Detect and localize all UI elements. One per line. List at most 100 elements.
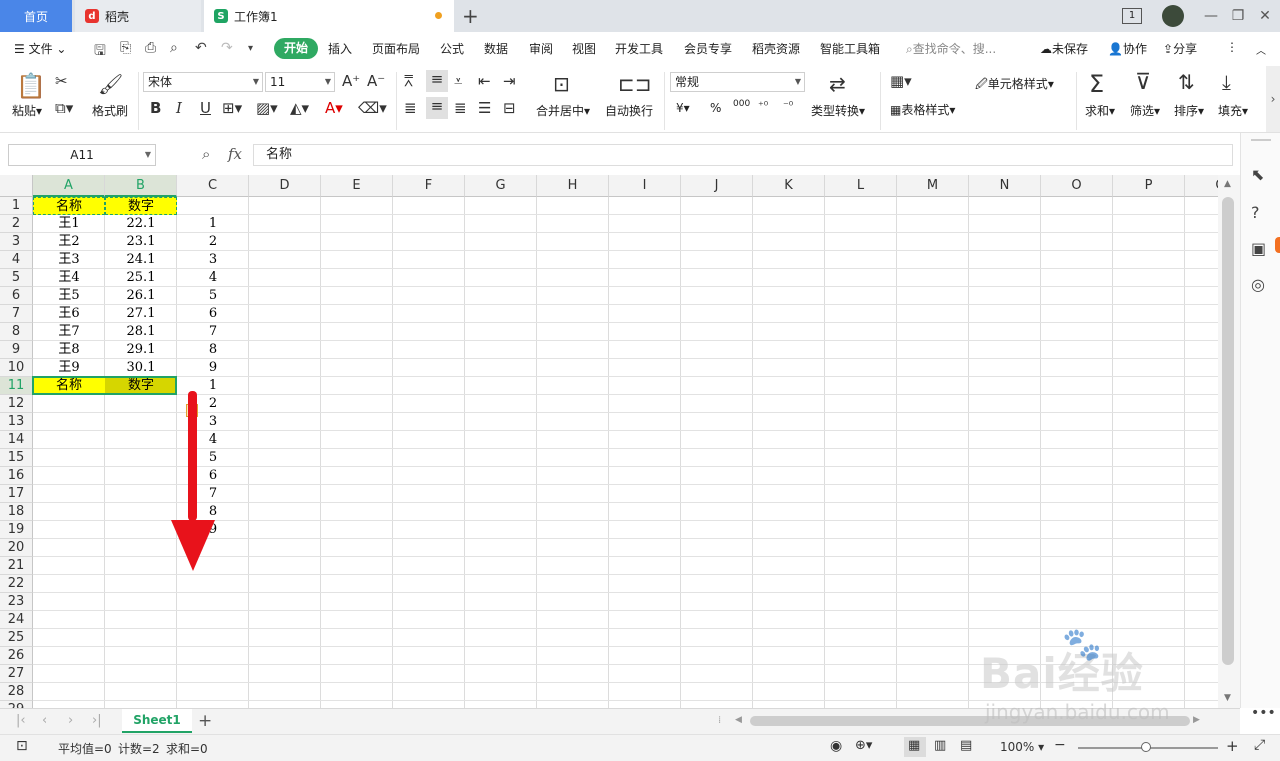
percent-button[interactable]: % (710, 101, 721, 115)
column-header-f[interactable]: F (393, 175, 465, 197)
eye-protect-icon[interactable]: ◉ (830, 738, 842, 754)
page-layout-view-icon[interactable]: ▥ (934, 738, 946, 753)
row-header-4[interactable]: 4 (0, 251, 33, 269)
image-tool-icon[interactable]: ▣ (1251, 239, 1266, 258)
row-header-20[interactable]: 20 (0, 539, 33, 557)
function-icon[interactable]: fx (228, 145, 242, 163)
distributed-icon[interactable]: ⊟ (503, 99, 516, 117)
cell-a7[interactable]: 王6 (33, 305, 105, 323)
cell-c3[interactable]: 2 (177, 233, 249, 251)
cell-c9[interactable]: 8 (177, 341, 249, 359)
cell-style-button[interactable]: 🖉单元格样式▾ (975, 75, 1054, 96)
row-header-14[interactable]: 14 (0, 431, 33, 449)
row-header-13[interactable]: 13 (0, 413, 33, 431)
column-header-c[interactable]: C (177, 175, 249, 197)
row-header-11[interactable]: 11 (0, 377, 33, 395)
notification-tab[interactable] (1275, 237, 1280, 253)
tab-home[interactable]: 首页 (0, 0, 72, 32)
cell-c5[interactable]: 4 (177, 269, 249, 287)
tab-page-layout[interactable]: 页面布局 (372, 40, 420, 57)
collapse-ribbon-icon[interactable]: ︿ (1256, 42, 1266, 57)
cut-icon[interactable]: ✂ (55, 72, 68, 90)
row-header-12[interactable]: 12 (0, 395, 33, 413)
increase-decimal-icon[interactable]: ⁺⁰ (758, 99, 768, 112)
align-middle-icon[interactable]: ≡ (426, 70, 448, 92)
redo-icon[interactable]: ↷ (221, 40, 233, 56)
cell-c7[interactable]: 6 (177, 305, 249, 323)
column-header-g[interactable]: G (465, 175, 537, 197)
number-format-select[interactable]: 常规 ▼ (670, 72, 805, 92)
bold-icon[interactable]: B (150, 99, 161, 117)
wrap-text-icon[interactable]: ⊏⊐ (618, 72, 652, 96)
cell-a8[interactable]: 王7 (33, 323, 105, 341)
row-header-28[interactable]: 28 (0, 683, 33, 701)
cell-a9[interactable]: 王8 (33, 341, 105, 359)
row-header-6[interactable]: 6 (0, 287, 33, 305)
help-icon[interactable]: ? (1251, 203, 1260, 222)
merge-center-icon[interactable]: ⊡ (553, 72, 570, 96)
close-icon[interactable]: ✕ (1254, 6, 1276, 26)
name-box[interactable]: A11 ▼ (8, 144, 156, 166)
command-search[interactable]: ⌕查找命令、搜... (906, 40, 996, 57)
last-sheet-icon[interactable]: ›| (92, 713, 102, 728)
print-preview-icon[interactable]: ⌕ (170, 40, 178, 56)
scroll-up-icon[interactable]: ▲ (1224, 179, 1231, 189)
format-painter-button[interactable]: 格式刷 (92, 102, 128, 119)
scroll-down-icon[interactable]: ▼ (1224, 693, 1231, 703)
tab-review[interactable]: 审阅 (529, 40, 553, 57)
undo-icon[interactable]: ↶ (195, 40, 207, 56)
filter-icon[interactable]: ⊽ (1135, 70, 1151, 95)
tab-start[interactable]: 开始 (274, 38, 318, 59)
fill-pattern-icon[interactable]: ▨▾ (256, 99, 278, 117)
currency-button[interactable]: ¥▾ (676, 101, 690, 115)
cell-b3[interactable]: 23.1 (105, 233, 177, 251)
cell-a2[interactable]: 王1 (33, 215, 105, 233)
indent-decrease-icon[interactable]: ⇤ (478, 72, 491, 90)
row-header-26[interactable]: 26 (0, 647, 33, 665)
cell-b10[interactable]: 30.1 (105, 359, 177, 377)
scroll-right-icon[interactable]: ▶ (1193, 715, 1200, 725)
fill-icon[interactable]: ⤓ (1222, 70, 1231, 94)
thousands-button[interactable]: 000 (733, 99, 750, 109)
collab-button[interactable]: 👤协作 (1108, 40, 1147, 57)
row-header-3[interactable]: 3 (0, 233, 33, 251)
sheet-tab-sheet1[interactable]: Sheet1 (122, 709, 192, 733)
tab-daoke[interactable]: d 稻壳 (75, 0, 201, 32)
cell-b8[interactable]: 28.1 (105, 323, 177, 341)
filter-button[interactable]: 筛选▾ (1130, 102, 1160, 119)
row-header-21[interactable]: 21 (0, 557, 33, 575)
column-header-h[interactable]: H (537, 175, 609, 197)
row-header-18[interactable]: 18 (0, 503, 33, 521)
export-pdf-icon[interactable]: ⎘ (120, 40, 131, 56)
column-header-b[interactable]: B (105, 175, 177, 197)
column-header-q[interactable]: Q (1185, 175, 1218, 197)
tab-formulas[interactable]: 公式 (440, 40, 464, 57)
column-header-l[interactable]: L (825, 175, 897, 197)
select-all-corner[interactable] (0, 175, 33, 197)
indent-increase-icon[interactable]: ⇥ (503, 72, 516, 90)
justify-icon[interactable]: ☰ (478, 99, 491, 117)
increase-font-icon[interactable]: A⁺ (342, 72, 360, 90)
italic-icon[interactable]: I (176, 99, 182, 117)
align-right-icon[interactable]: ≣ (454, 99, 467, 117)
cell-a10[interactable]: 王9 (33, 359, 105, 377)
row-header-5[interactable]: 5 (0, 269, 33, 287)
fullscreen-icon[interactable]: ⤢ (1254, 737, 1265, 753)
row-header-27[interactable]: 27 (0, 665, 33, 683)
font-name-select[interactable]: 宋体 ▼ (143, 72, 263, 92)
column-header-i[interactable]: I (609, 175, 681, 197)
cell-a6[interactable]: 王5 (33, 287, 105, 305)
zoom-level-select[interactable]: 100% ▾ (1000, 740, 1044, 754)
column-header-a[interactable]: A (33, 175, 105, 197)
row-header-2[interactable]: 2 (0, 215, 33, 233)
next-sheet-icon[interactable]: › (68, 713, 73, 728)
column-header-k[interactable]: K (753, 175, 825, 197)
save-icon[interactable]: 🖫 (94, 40, 106, 64)
paste-button[interactable]: 粘贴▾ (12, 102, 42, 119)
underline-icon[interactable]: U (200, 99, 211, 117)
table-style-button[interactable]: ▦表格样式▾ (890, 101, 955, 118)
row-header-1[interactable]: 1 (0, 197, 33, 215)
column-header-m[interactable]: M (897, 175, 969, 197)
cell-c10[interactable]: 9 (177, 359, 249, 377)
select-cursor-icon[interactable]: ⬉ (1251, 165, 1264, 184)
